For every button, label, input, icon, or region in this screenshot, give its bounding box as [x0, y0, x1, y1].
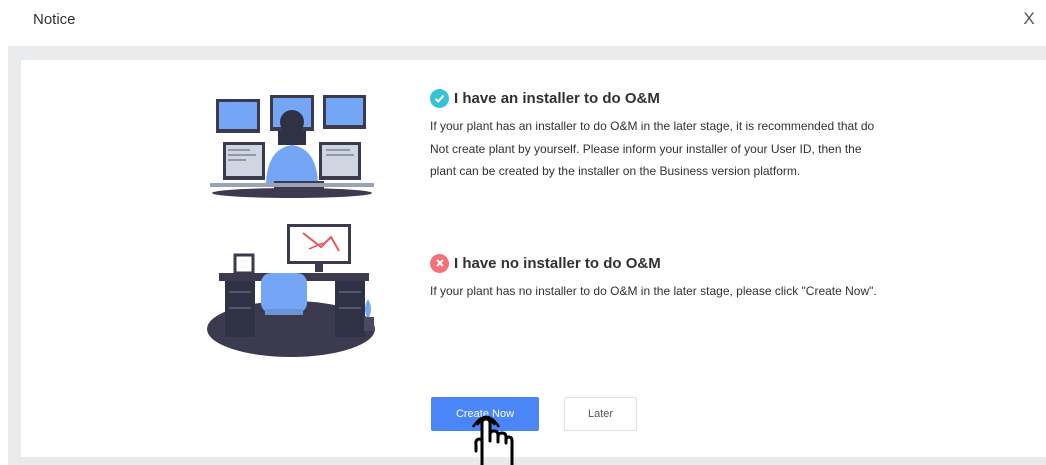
- option-description: If your plant has an installer to do O&M…: [430, 119, 875, 178]
- option-title: I have an installer to do O&M: [454, 89, 660, 107]
- dialog-header: Notice X: [0, 0, 1046, 46]
- option-no-installer: I have no installer to do O&M If your pl…: [430, 253, 890, 303]
- later-button[interactable]: Later: [564, 397, 637, 431]
- cross-icon: [430, 253, 449, 273]
- close-button[interactable]: X: [1020, 9, 1038, 29]
- check-icon: [430, 88, 449, 108]
- no-installer-illustration: [207, 224, 375, 357]
- hand-pointer-icon: [471, 415, 514, 465]
- option-heading: I have no installer to do O&M: [430, 253, 890, 273]
- option-has-installer: I have an installer to do O&M If your pl…: [430, 88, 890, 183]
- option-title: I have no installer to do O&M: [454, 254, 661, 272]
- installer-illustration: [210, 95, 374, 198]
- option-heading: I have an installer to do O&M: [430, 88, 890, 108]
- dialog-title: Notice: [33, 11, 76, 28]
- option-description: If your plant has no installer to do O&M…: [430, 284, 877, 298]
